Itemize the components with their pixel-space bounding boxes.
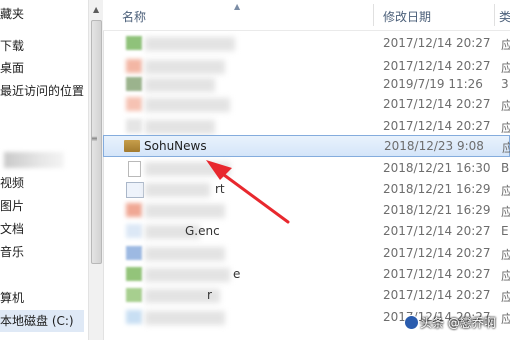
- nav-item-local-disk-c[interactable]: 本地磁盘 (C:): [0, 311, 74, 331]
- nav-item-documents[interactable]: 文档: [0, 219, 24, 239]
- scroll-up-icon[interactable]: ▲: [93, 5, 99, 14]
- file-type: E: [501, 224, 509, 238]
- file-type: 应: [501, 290, 510, 304]
- file-date: 2017/12/14 20:27: [383, 224, 491, 238]
- file-date: 2018/12/21 16:29: [383, 203, 491, 217]
- file-date: 2018/12/23 9:08: [384, 139, 484, 153]
- filename-fragment: r: [207, 288, 212, 302]
- file-row[interactable]: r 2017/12/14 20:27 应: [103, 285, 510, 307]
- file-row[interactable]: 2017/12/14 20:27 应: [103, 243, 510, 265]
- nav-item-recent-places[interactable]: 最近访问的位置: [0, 81, 84, 101]
- file-icon: [126, 59, 142, 73]
- watermark-logo-icon: [404, 315, 419, 330]
- file-type: 应: [501, 205, 510, 219]
- blurred-filename: [145, 183, 210, 197]
- file-icon: [126, 77, 142, 91]
- file-date: 2017/12/14 20:27: [383, 267, 491, 281]
- file-type: 应: [501, 269, 510, 283]
- navigation-pane: 藏夹 下载 桌面 最近访问的位置 视频 图片 文档 音乐 算机 本地磁盘 (C:…: [0, 0, 88, 340]
- nav-item-favorites[interactable]: 藏夹: [0, 4, 24, 24]
- column-name-header[interactable]: 名称: [122, 8, 146, 25]
- file-row[interactable]: G.enc 2017/12/14 20:27 E: [103, 221, 510, 243]
- nav-item-pictures[interactable]: 图片: [0, 196, 24, 216]
- file-icon: [126, 36, 142, 50]
- file-icon: [126, 97, 142, 111]
- scrollbar-grip-icon: ≡: [91, 134, 98, 143]
- file-row[interactable]: 2018/12/21 16:30 B: [103, 158, 510, 180]
- file-date: 2017/12/14 20:27: [383, 36, 491, 50]
- filename-fragment: rt: [215, 182, 225, 196]
- column-separator[interactable]: [494, 4, 495, 26]
- file-date: 2018/12/21 16:30: [383, 161, 491, 175]
- file-icon: [126, 182, 144, 198]
- file-row-selected[interactable]: SohuNews 2018/12/23 9:08 应: [103, 135, 510, 157]
- column-date-header[interactable]: 修改日期: [383, 8, 431, 25]
- file-date: 2017/12/14 20:27: [383, 246, 491, 260]
- file-icon: [126, 224, 142, 238]
- nav-item-downloads[interactable]: 下载: [0, 36, 24, 56]
- blurred-filename: [145, 37, 235, 51]
- document-icon: [128, 161, 141, 177]
- watermark-text: 头条 @戀乔啊: [420, 316, 496, 330]
- file-date: 2017/12/14 20:27: [383, 288, 491, 302]
- filename-fragment: e: [233, 267, 241, 281]
- file-date: 2018/12/21 16:29: [383, 182, 491, 196]
- blurred-filename: [145, 60, 225, 74]
- nav-item-music[interactable]: 音乐: [0, 242, 24, 262]
- blurred-filename: [145, 78, 215, 92]
- nav-item-computer[interactable]: 算机: [0, 288, 24, 308]
- nav-item-videos[interactable]: 视频: [0, 173, 24, 193]
- file-type: 应: [501, 248, 510, 262]
- file-row[interactable]: rt 2018/12/21 16:29 应: [103, 179, 510, 201]
- file-icon: [126, 267, 142, 281]
- file-row[interactable]: 2017/12/14 20:27 应: [103, 94, 510, 116]
- blurred-filename: [145, 120, 215, 134]
- file-icon: [126, 246, 142, 260]
- blurred-filename: [145, 98, 230, 112]
- blurred-filename: [145, 162, 230, 176]
- file-date: 2017/12/14 20:27: [383, 119, 491, 133]
- folder-icon: [124, 140, 140, 152]
- blurred-filename: [145, 204, 225, 218]
- nav-scrollbar[interactable]: ▲ ≡: [88, 0, 104, 340]
- column-type-header[interactable]: 类: [499, 8, 510, 25]
- file-type: 应: [501, 184, 510, 198]
- file-date: 2017/12/14 20:27: [383, 97, 491, 111]
- nav-item-desktop[interactable]: 桌面: [0, 58, 24, 78]
- file-icon: [126, 288, 142, 302]
- file-type: 应: [501, 38, 510, 52]
- filename-fragment: G.enc: [185, 224, 220, 238]
- file-type: 3: [501, 77, 509, 91]
- nav-blurred-library: [4, 152, 64, 168]
- file-type: 应: [502, 141, 510, 155]
- file-icon: [126, 310, 142, 324]
- file-type: 应: [501, 99, 510, 113]
- file-name: SohuNews: [144, 139, 207, 153]
- file-row[interactable]: 2018/12/21 16:29 应: [103, 200, 510, 222]
- file-date: 2019/7/19 11:26: [383, 77, 483, 91]
- blurred-filename: [145, 268, 230, 282]
- file-type: 应: [501, 312, 510, 326]
- file-type: 应: [501, 121, 510, 135]
- file-icon: [126, 203, 142, 217]
- blurred-filename: [145, 311, 225, 325]
- sort-arrow-icon: ▲: [234, 2, 241, 11]
- file-row[interactable]: 2017/12/14 20:27 应: [103, 33, 510, 55]
- file-row[interactable]: 2019/7/19 11:26 3: [103, 74, 510, 96]
- file-type: B: [501, 161, 510, 175]
- file-icon: [126, 119, 142, 133]
- blurred-filename: [145, 247, 225, 261]
- file-date: 2017/12/14 20:27: [383, 59, 491, 73]
- file-row[interactable]: e 2017/12/14 20:27 应: [103, 264, 510, 286]
- column-separator[interactable]: [373, 4, 374, 26]
- column-header: 名称 ▲ 修改日期 类: [103, 0, 510, 31]
